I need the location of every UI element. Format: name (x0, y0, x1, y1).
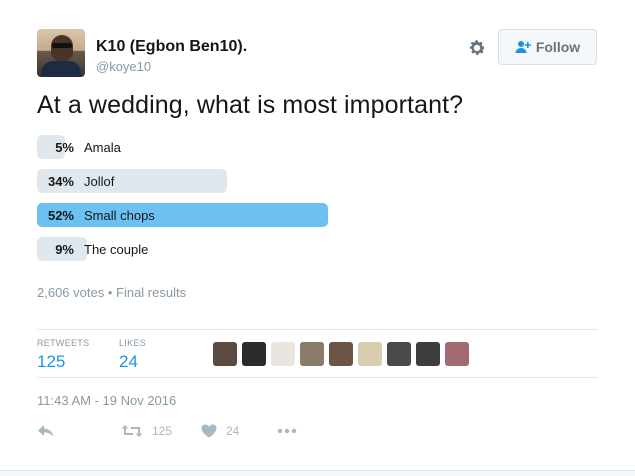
follow-button[interactable]: Follow (498, 29, 597, 65)
poll: 5% Amala 34% Jollof 52% Small chops 9% T… (37, 135, 597, 271)
retweets-label: RETWEETS (37, 338, 90, 348)
like-count: 24 (226, 424, 240, 438)
liker-avatar[interactable] (358, 342, 382, 366)
poll-option-label: Jollof (84, 174, 115, 189)
poll-option: 52% Small chops (37, 203, 597, 227)
liker-avatar[interactable] (445, 342, 469, 366)
gear-icon[interactable] (467, 38, 487, 58)
liker-avatar[interactable] (387, 342, 411, 366)
poll-percent: 52% (47, 208, 74, 223)
poll-percent: 9% (55, 242, 74, 257)
tweet-text: At a wedding, what is most important? (37, 91, 464, 119)
bullet-separator: • (107, 285, 117, 300)
poll-option: 34% Jollof (37, 169, 597, 193)
liker-avatar[interactable] (329, 342, 353, 366)
like-button[interactable]: 24 (201, 424, 239, 438)
divider (37, 329, 598, 330)
poll-option-label: The couple (84, 242, 149, 257)
poll-option-label: Amala (84, 140, 121, 155)
retweet-icon (121, 425, 143, 437)
reply-button[interactable] (37, 424, 55, 438)
retweet-button[interactable]: 125 (121, 424, 172, 438)
retweets-stat[interactable]: RETWEETS 125 (37, 338, 89, 372)
heart-icon (201, 424, 217, 438)
poll-percent: 5% (55, 140, 74, 155)
tweet-actions: 125 24 (37, 424, 337, 444)
divider (37, 377, 598, 378)
poll-option: 9% The couple (37, 237, 597, 261)
poll-option-label: Small chops (84, 208, 155, 223)
more-icon (277, 428, 297, 434)
likes-label: LIKES (119, 338, 147, 348)
tweet-timestamp[interactable]: 11:43 AM - 19 Nov 2016 (37, 393, 176, 408)
poll-percent: 34% (47, 174, 74, 189)
liker-avatar[interactable] (271, 342, 295, 366)
poll-summary: 2,606 votes • Final results (37, 285, 186, 300)
bottom-border (0, 470, 635, 476)
avatar-shirt (41, 61, 81, 77)
retweet-count: 125 (152, 424, 173, 438)
avatar[interactable] (37, 29, 85, 77)
add-user-icon (515, 41, 531, 53)
liker-avatars (213, 342, 469, 366)
more-button[interactable] (277, 428, 297, 434)
poll-bar (37, 203, 328, 227)
tweet-header: K10 (Egbon Ben10). @koye10 Follow (37, 29, 597, 79)
avatar-sunglasses (52, 43, 72, 48)
likes-count: 24 (119, 352, 138, 371)
display-name[interactable]: K10 (Egbon Ben10). (96, 38, 247, 56)
follow-label: Follow (535, 39, 581, 55)
likes-stat[interactable]: LIKES 24 (119, 338, 146, 372)
liker-avatar[interactable] (300, 342, 324, 366)
poll-option: 5% Amala (37, 135, 597, 159)
retweets-count: 125 (37, 352, 66, 371)
liker-avatar[interactable] (416, 342, 440, 366)
liker-avatar[interactable] (242, 342, 266, 366)
vote-count: 2,606 votes (37, 285, 105, 300)
liker-avatar[interactable] (213, 342, 237, 366)
avatar-face (51, 35, 73, 61)
poll-status: Final results (116, 285, 187, 300)
user-handle[interactable]: @koye10 (96, 59, 151, 74)
reply-icon (38, 425, 54, 437)
